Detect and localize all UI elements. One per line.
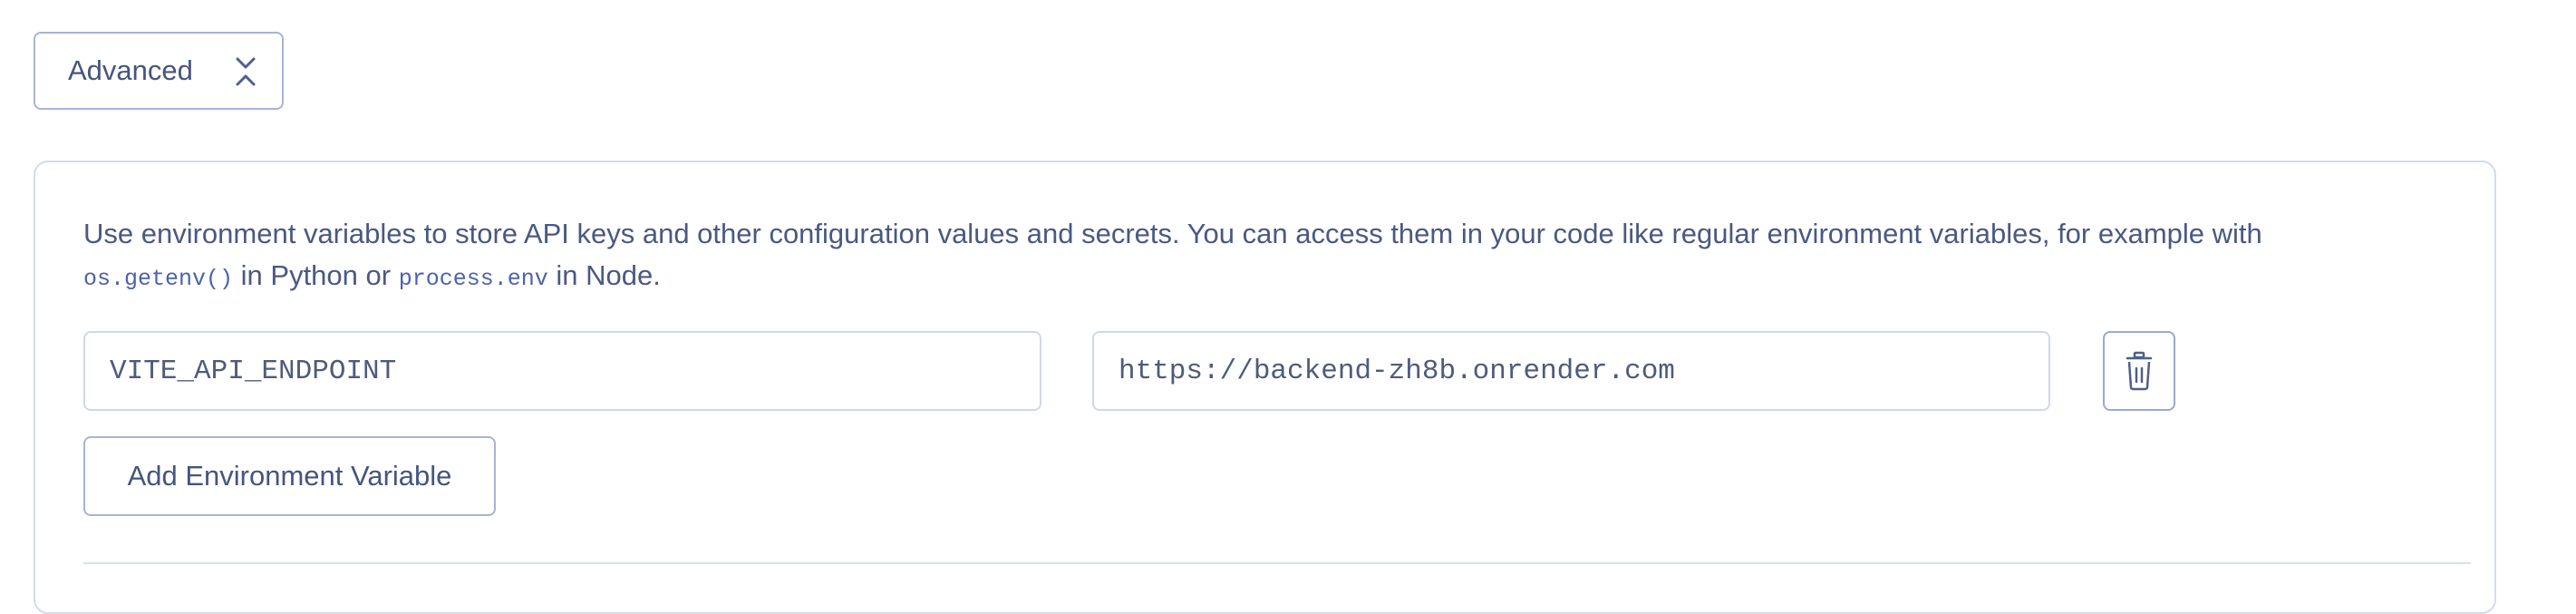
advanced-label: Advanced — [68, 54, 193, 86]
env-key-input[interactable] — [83, 331, 1041, 411]
delete-variable-button[interactable] — [2103, 331, 2175, 411]
environment-description: Use environment variables to store API k… — [83, 213, 2458, 300]
python-code-snippet: os.getenv() — [83, 266, 234, 292]
node-code-snippet: process.env — [398, 266, 548, 292]
collapse-chevrons-icon — [236, 57, 256, 86]
python-text: in Python or — [240, 259, 392, 291]
add-environment-variable-button[interactable]: Add Environment Variable — [83, 436, 496, 516]
trash-icon — [2126, 351, 2153, 391]
advanced-toggle-button[interactable]: Advanced — [34, 32, 284, 110]
node-text: in Node. — [556, 259, 661, 291]
environment-variables-panel: Use environment variables to store API k… — [34, 161, 2496, 614]
env-value-input[interactable] — [1092, 331, 2050, 411]
section-divider — [83, 562, 2471, 564]
description-text: Use environment variables to store API k… — [83, 218, 2262, 249]
